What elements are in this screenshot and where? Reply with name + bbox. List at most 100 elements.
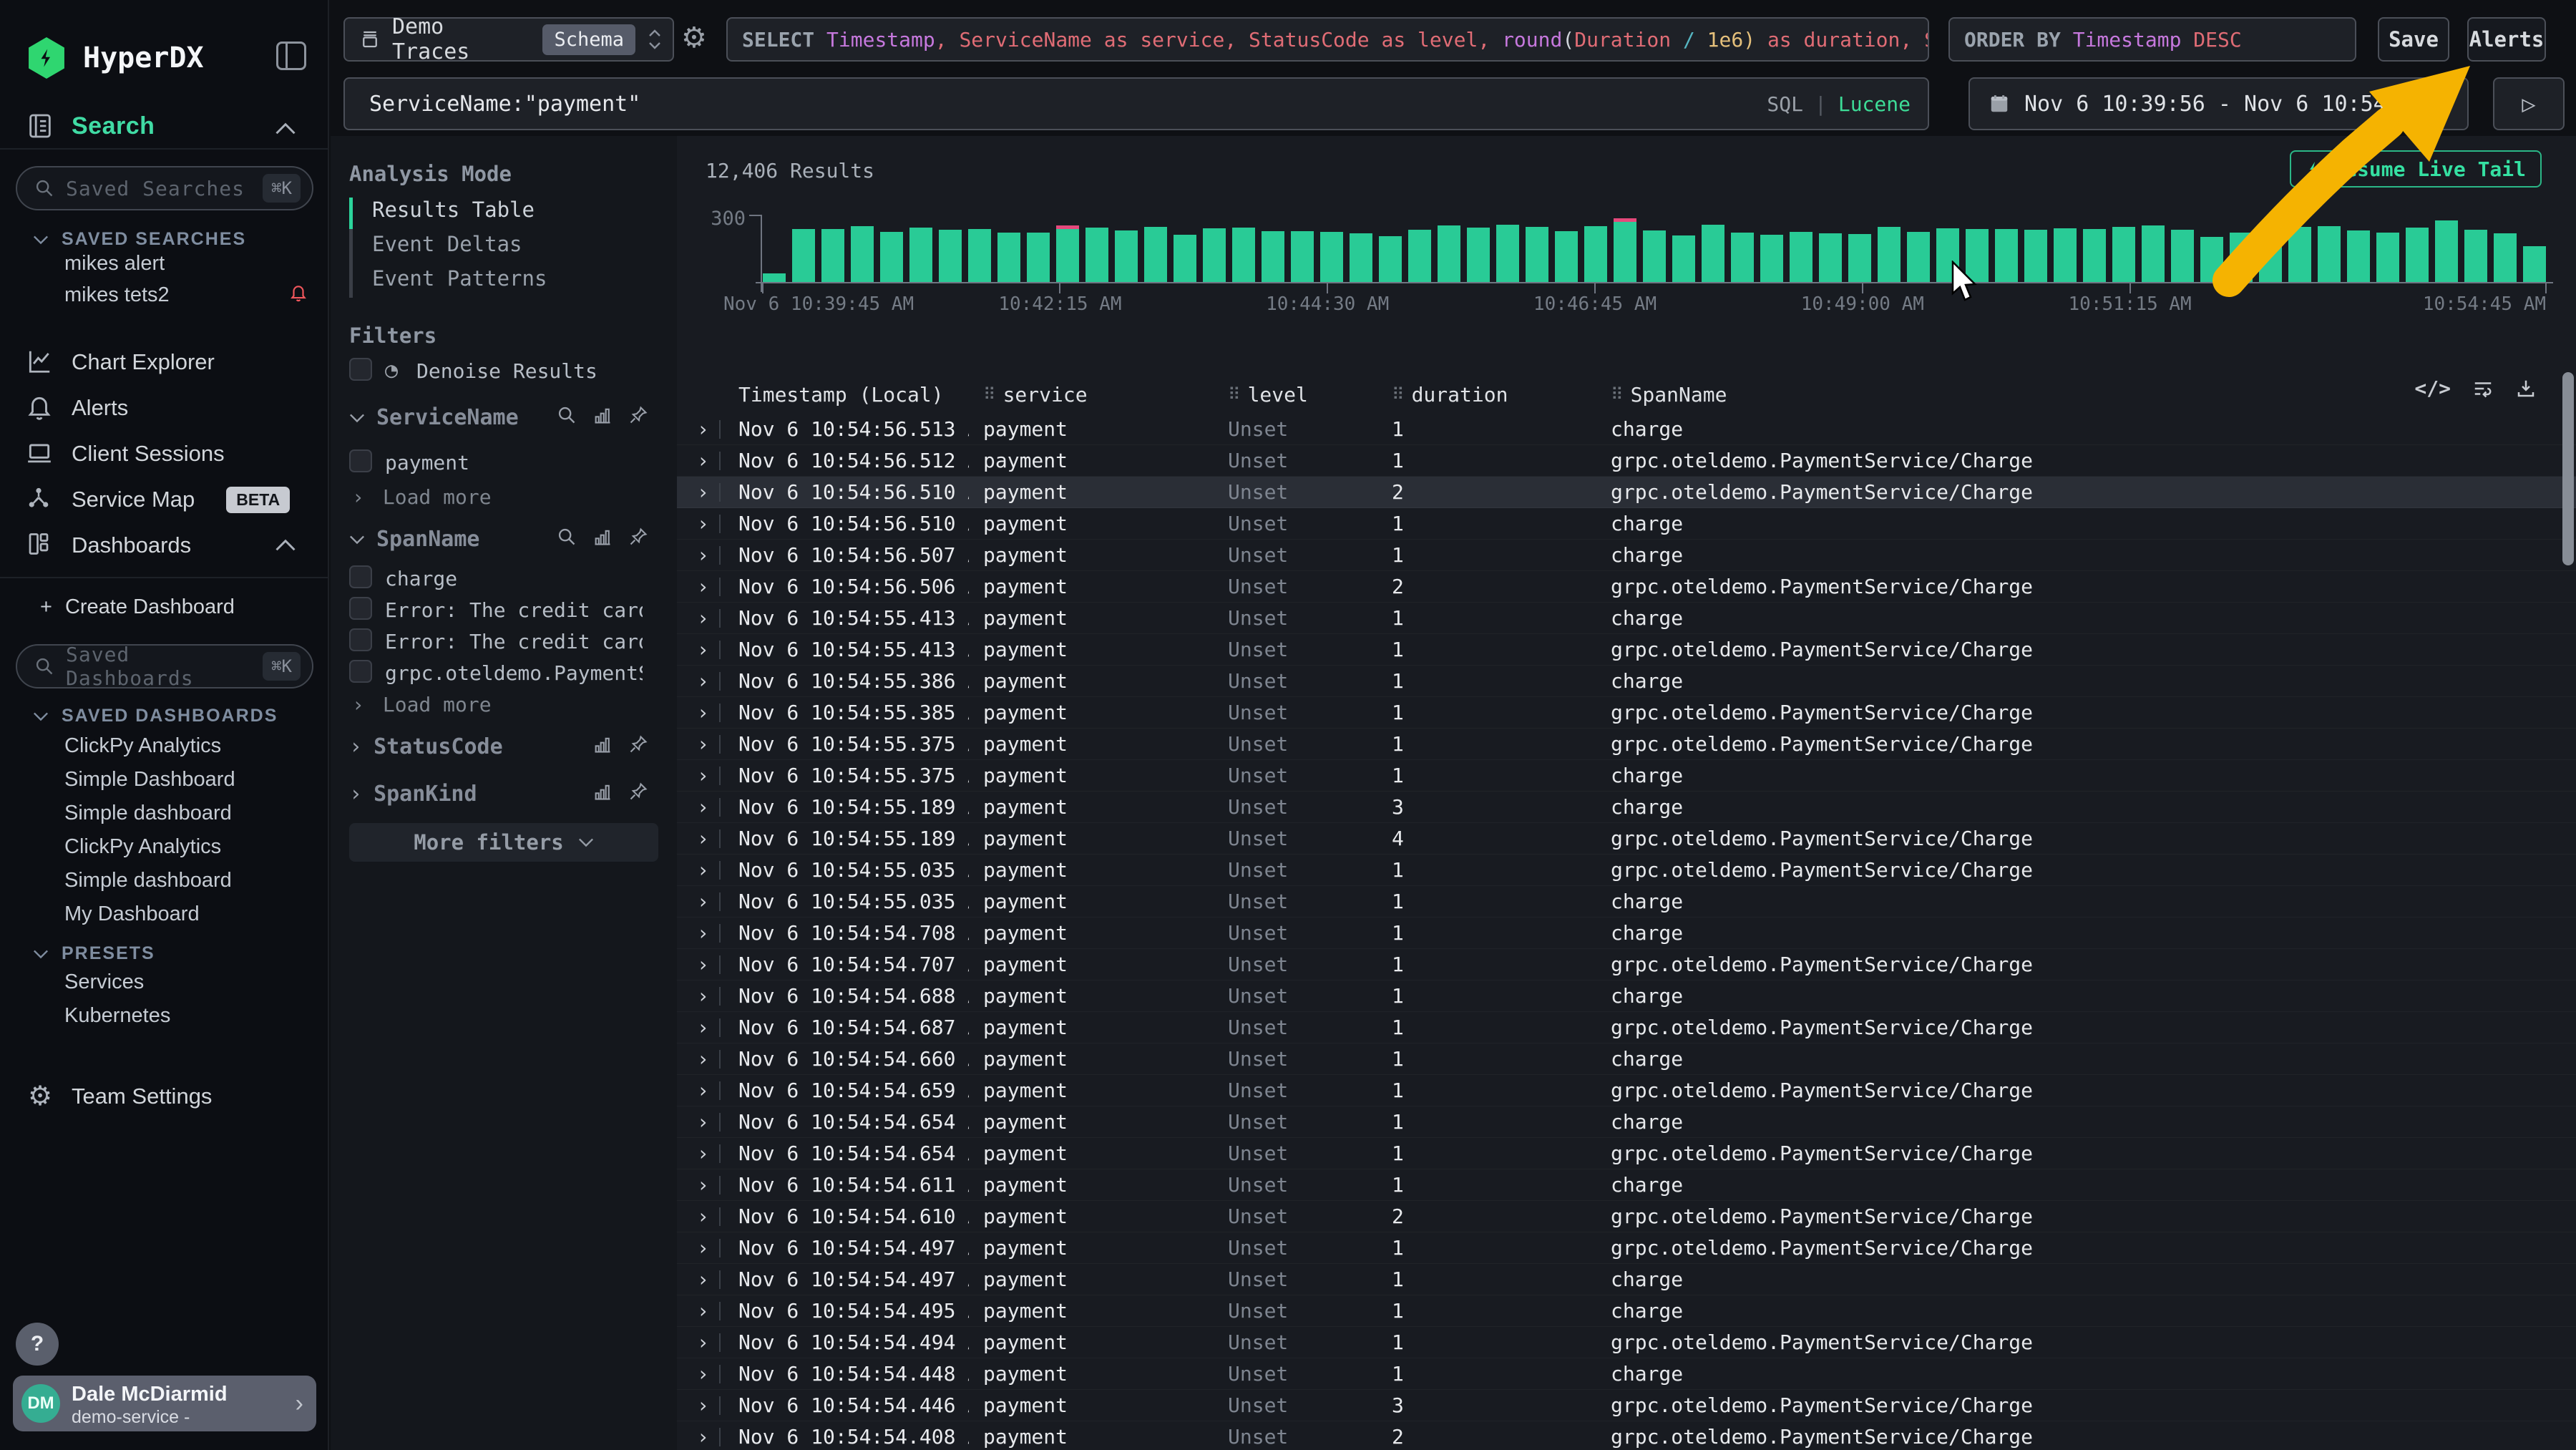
histogram-bar[interactable]: [2083, 229, 2106, 282]
spanname-option-label[interactable]: Error: The credit card …: [385, 630, 643, 653]
table-row[interactable]: ›Nov 6 10:54:56.510 AMpaymentUnset1charg…: [677, 508, 2576, 540]
row-expander[interactable]: ›: [677, 638, 738, 661]
pin-icon[interactable]: [628, 527, 648, 547]
col-duration[interactable]: ⠿duration: [1377, 383, 1596, 407]
row-expander[interactable]: ›: [677, 480, 738, 504]
saved-dashboards-group[interactable]: SAVED DASHBOARDS: [33, 706, 278, 726]
bar-chart-icon[interactable]: [592, 527, 613, 547]
toggle-sql[interactable]: SQL: [1767, 92, 1803, 116]
row-expand-icon[interactable]: ›: [697, 1079, 709, 1102]
row-expander[interactable]: ›: [677, 1173, 738, 1197]
row-expander[interactable]: ›: [677, 1142, 738, 1165]
histogram-bar[interactable]: [2230, 233, 2253, 282]
histogram-bar[interactable]: [1995, 229, 2018, 282]
histogram-bar[interactable]: [968, 229, 991, 282]
table-row[interactable]: ›Nov 6 10:54:55.375 AMpaymentUnset1charg…: [677, 760, 2576, 792]
run-query-button[interactable]: ▷: [2493, 77, 2565, 130]
histogram-bar[interactable]: [1643, 230, 1666, 282]
table-row[interactable]: ›Nov 6 10:54:55.035 AMpaymentUnset1grpc.…: [677, 855, 2576, 886]
saved-dashboards-input[interactable]: Saved Dashboards ⌘K: [16, 644, 313, 688]
row-expand-icon[interactable]: ›: [697, 984, 709, 1008]
table-row[interactable]: ›Nov 6 10:54:55.189 AMpaymentUnset4grpc.…: [677, 823, 2576, 855]
spanname-checkbox[interactable]: [349, 597, 372, 620]
histogram-bar[interactable]: [2347, 230, 2370, 282]
table-row[interactable]: ›Nov 6 10:54:54.448 AMpaymentUnset1charg…: [677, 1358, 2576, 1390]
preset-item[interactable]: Services: [64, 970, 144, 994]
row-expander[interactable]: ›: [677, 606, 738, 630]
row-expand-icon[interactable]: ›: [697, 858, 709, 882]
row-expand-icon[interactable]: ›: [697, 449, 709, 472]
row-expander[interactable]: ›: [677, 890, 738, 913]
saved-dashboard-item[interactable]: Simple dashboard: [64, 869, 232, 892]
histogram-bar[interactable]: [1760, 235, 1783, 282]
drag-handle-icon[interactable]: ⠿: [983, 384, 996, 404]
row-expander[interactable]: ›: [677, 1267, 738, 1291]
row-expand-icon[interactable]: ›: [697, 1330, 709, 1354]
histogram-bar[interactable]: [1526, 227, 1548, 282]
table-row[interactable]: ›Nov 6 10:54:54.495 AMpaymentUnset1charg…: [677, 1295, 2576, 1327]
row-expand-icon[interactable]: ›: [697, 827, 709, 850]
table-row[interactable]: ›Nov 6 10:54:55.413 AMpaymentUnset1charg…: [677, 603, 2576, 634]
row-expander[interactable]: ›: [677, 417, 738, 441]
filter-group-spanname[interactable]: SpanName: [349, 527, 480, 552]
spanname-checkbox[interactable]: [349, 628, 372, 651]
col-service[interactable]: ⠿service: [969, 383, 1214, 407]
histogram-bar[interactable]: [2406, 228, 2429, 282]
row-expand-icon[interactable]: ›: [697, 1393, 709, 1417]
row-expand-icon[interactable]: ›: [697, 1016, 709, 1039]
histogram-bar[interactable]: [1467, 228, 1490, 282]
histogram-bar[interactable]: [1702, 225, 1724, 282]
table-row[interactable]: ›Nov 6 10:54:55.035 AMpaymentUnset1charg…: [677, 886, 2576, 918]
bar-chart-icon[interactable]: [592, 734, 613, 754]
row-expand-icon[interactable]: ›: [697, 543, 709, 567]
table-row[interactable]: ›Nov 6 10:54:54.611 AMpaymentUnset1charg…: [677, 1169, 2576, 1201]
table-row[interactable]: ›Nov 6 10:54:55.189 AMpaymentUnset3charg…: [677, 792, 2576, 823]
row-expander[interactable]: ›: [677, 921, 738, 945]
histogram-bar[interactable]: [1350, 233, 1372, 282]
row-expand-icon[interactable]: ›: [697, 669, 709, 693]
histogram-bar[interactable]: [2464, 230, 2487, 282]
sidebar-item-client-sessions[interactable]: Client Sessions: [26, 439, 225, 468]
table-row[interactable]: ›Nov 6 10:54:54.654 AMpaymentUnset1grpc.…: [677, 1138, 2576, 1169]
row-expand-icon[interactable]: ›: [697, 1362, 709, 1386]
histogram-bar[interactable]: [1408, 230, 1431, 282]
row-expander[interactable]: ›: [677, 1362, 738, 1386]
row-expander[interactable]: ›: [677, 1016, 738, 1039]
drag-handle-icon[interactable]: ⠿: [1228, 384, 1241, 404]
table-row[interactable]: ›Nov 6 10:54:54.688 AMpaymentUnset1charg…: [677, 981, 2576, 1012]
row-expand-icon[interactable]: ›: [697, 701, 709, 724]
histogram-bar[interactable]: [1672, 235, 1695, 282]
row-expand-icon[interactable]: ›: [697, 417, 709, 441]
row-expander[interactable]: ›: [677, 449, 738, 472]
pin-icon[interactable]: [628, 405, 648, 425]
row-expand-icon[interactable]: ›: [697, 1142, 709, 1165]
row-expander[interactable]: ›: [677, 858, 738, 882]
row-expander[interactable]: ›: [677, 512, 738, 535]
saved-search-item[interactable]: mikes alert: [64, 252, 165, 276]
help-button[interactable]: ?: [16, 1323, 59, 1366]
row-expand-icon[interactable]: ›: [697, 638, 709, 661]
table-row[interactable]: ›Nov 6 10:54:54.659 AMpaymentUnset1grpc.…: [677, 1075, 2576, 1106]
servicename-option-label[interactable]: payment: [385, 451, 469, 475]
row-expand-icon[interactable]: ›: [697, 1267, 709, 1291]
preset-item[interactable]: Kubernetes: [64, 1004, 170, 1028]
filter-group-servicename[interactable]: ServiceName: [349, 405, 519, 430]
saved-dashboard-item[interactable]: Simple dashboard: [64, 802, 232, 825]
download-icon[interactable]: [2515, 378, 2537, 399]
filter-group-statuscode[interactable]: › StatusCode: [349, 734, 503, 759]
table-row[interactable]: ›Nov 6 10:54:55.385 AMpaymentUnset1grpc.…: [677, 697, 2576, 729]
create-dashboard-button[interactable]: + Create Dashboard: [40, 595, 235, 619]
search-icon[interactable]: [557, 527, 577, 547]
resume-live-tail-button[interactable]: Resume Live Tail: [2290, 150, 2542, 188]
servicename-load-more[interactable]: › Load more: [352, 485, 492, 509]
table-row[interactable]: ›Nov 6 10:54:54.660 AMpaymentUnset1charg…: [677, 1043, 2576, 1075]
row-expand-icon[interactable]: ›: [697, 921, 709, 945]
histogram-bar[interactable]: [1144, 227, 1167, 282]
table-row[interactable]: ›Nov 6 10:54:54.494 AMpaymentUnset1grpc.…: [677, 1327, 2576, 1358]
wrap-text-icon[interactable]: [2472, 378, 2494, 399]
presets-group[interactable]: PRESETS: [33, 943, 155, 964]
histogram-bar[interactable]: [2171, 230, 2194, 282]
row-expander[interactable]: ›: [677, 1047, 738, 1071]
spanname-checkbox[interactable]: [349, 660, 372, 683]
histogram-bar[interactable]: [997, 233, 1020, 282]
